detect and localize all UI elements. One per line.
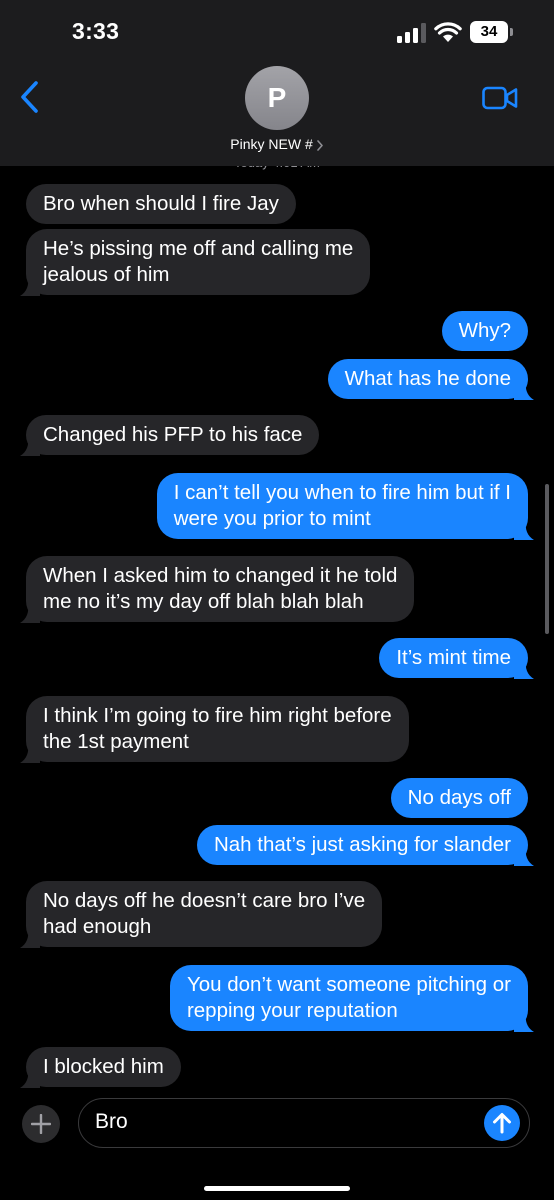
bubble-tail — [20, 603, 40, 623]
message-composer: Bro — [0, 1088, 554, 1200]
message-bubble-outgoing[interactable]: It’s mint time — [379, 638, 534, 679]
message-bubble-incoming[interactable]: Changed his PFP to his face — [20, 415, 320, 456]
bubble-tail — [20, 928, 40, 948]
message-text: He’s pissing me off and calling me jealo… — [43, 237, 354, 286]
wifi-icon — [434, 22, 462, 42]
message-bubble-incoming[interactable]: He’s pissing me off and calling me jealo… — [20, 229, 371, 296]
chevron-right-icon — [316, 139, 323, 151]
video-camera-icon[interactable] — [482, 85, 518, 111]
chevron-left-icon[interactable] — [18, 80, 42, 114]
status-time: 3:33 — [72, 18, 120, 44]
bubble-tail — [514, 520, 534, 540]
plus-icon — [31, 1114, 51, 1134]
scroll-indicator[interactable] — [545, 484, 549, 634]
avatar[interactable]: P — [245, 66, 309, 130]
message-text: Nah that’s just asking for slander — [213, 833, 511, 856]
message-text: It’s mint time — [396, 646, 511, 669]
message-bubble-incoming[interactable]: When I asked him to changed it he told m… — [20, 556, 415, 623]
bubble-tail — [20, 276, 40, 296]
message-text: No days off — [407, 786, 511, 809]
battery-icon: 34 — [470, 21, 516, 43]
message-bubble-outgoing[interactable]: No days off — [390, 778, 528, 818]
message-text: No days off he doesn’t care bro I’ve had… — [43, 889, 366, 938]
message-bubble-outgoing[interactable]: You don’t want someone pitching or reppi… — [169, 965, 534, 1032]
home-indicator — [204, 1186, 350, 1191]
plus-button[interactable] — [22, 1105, 60, 1143]
message-bubble-outgoing[interactable]: What has he done — [327, 359, 534, 400]
message-text: I can’t tell you when to fire him but if… — [173, 481, 511, 530]
message-bubble-incoming[interactable]: I think I’m going to fire him right befo… — [20, 696, 409, 763]
bubble-tail — [20, 1068, 40, 1088]
bubble-tail — [514, 659, 534, 679]
message-text: When I asked him to changed it he told m… — [43, 564, 398, 613]
message-bubble-incoming[interactable]: Bro when should I fire Jay — [26, 184, 296, 224]
message-bubble-incoming[interactable]: No days off he doesn’t care bro I’ve had… — [20, 881, 383, 948]
bubble-tail — [20, 436, 40, 456]
message-bubble-outgoing[interactable]: I can’t tell you when to fire him but if… — [156, 473, 534, 540]
send-button[interactable] — [484, 1105, 520, 1141]
message-text: You don’t want someone pitching or reppi… — [186, 973, 511, 1022]
contact-name: Pinky NEW # — [230, 136, 313, 152]
message-text: Why? — [458, 319, 511, 342]
message-input-value: Bro — [95, 1110, 128, 1133]
contact-name-row[interactable]: Pinky NEW # — [0, 136, 554, 152]
message-text: Changed his PFP to his face — [43, 423, 303, 446]
message-text: What has he done — [344, 367, 511, 390]
message-text: I blocked him — [43, 1055, 164, 1078]
message-bubble-incoming[interactable]: I blocked him — [20, 1047, 181, 1088]
message-bubble-outgoing[interactable]: Nah that’s just asking for slander — [196, 825, 534, 866]
message-bubble-outgoing[interactable]: Why? — [441, 311, 528, 351]
battery-level: 34 — [480, 23, 498, 40]
message-input[interactable]: Bro — [78, 1098, 530, 1148]
bubble-tail — [514, 846, 534, 866]
message-text: Bro when should I fire Jay — [43, 192, 279, 215]
signal-icon — [397, 23, 426, 43]
status-bar: 3:33 34 — [0, 0, 554, 60]
message-text: I think I’m going to fire him right befo… — [43, 704, 392, 753]
bubble-tail — [514, 380, 534, 400]
bubble-tail — [514, 1012, 534, 1032]
bubble-tail — [20, 743, 40, 763]
arrow-up-icon — [493, 1113, 511, 1134]
